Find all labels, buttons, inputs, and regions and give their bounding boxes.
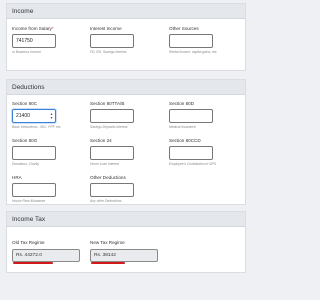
new-regime-label: New Tax Regime — [90, 240, 125, 245]
deductions-section: Deductions Section 80C 21400 ▲ ▼ Basic D… — [6, 79, 246, 205]
section-24-field: Section 24 Home Loan Interest — [90, 138, 154, 166]
section-80tta-hint: Savings Deposits Interest — [90, 125, 128, 129]
section-80c-label: Section 80C — [12, 101, 38, 106]
old-regime-label: Old Tax Regime — [12, 240, 45, 245]
section-80g-field: Section 80G Donations, Charity — [12, 138, 76, 166]
hra-label: HRA — [12, 175, 22, 180]
section-80ccd-label: Section 80CCD — [169, 138, 201, 143]
hra-field: HRA House Rent Allowance — [12, 175, 76, 203]
income-section-title: Income — [7, 4, 245, 19]
other-deductions-hint: Any other Deductions — [90, 199, 122, 203]
new-regime-field: New Tax Regime — [90, 240, 154, 246]
income-tax-section-title: Income Tax — [7, 212, 245, 227]
section-80tta-field: Section 80TTA/B Savings Deposits Interes… — [90, 101, 154, 129]
other-deductions-field: Other Deductions Any other Deductions — [90, 175, 154, 203]
salary-label: Income from Salary* — [12, 26, 54, 31]
section-80d-field: Section 80D Medical Insurance — [169, 101, 233, 129]
interest-label: Interest Income — [90, 26, 122, 31]
section-80g-input[interactable] — [12, 146, 56, 160]
interest-input[interactable] — [90, 34, 134, 48]
section-80c-value: 21400 — [16, 113, 30, 119]
interest-hint: FD, RD, Savings Interest — [90, 50, 127, 54]
income-tax-section: Income Tax Old Tax Regime Rs. 44272.0 Ne… — [6, 211, 246, 273]
section-80d-hint: Medical Insurance — [169, 125, 196, 129]
section-80c-hint: Basic Deductions - 80C, PPF, etc. — [12, 125, 62, 129]
income-section: Income Income from Salary* 741750 or Bus… — [6, 3, 246, 71]
section-24-input[interactable] — [90, 146, 134, 160]
other-sources-label: Other Sources — [169, 26, 199, 31]
section-80c-input[interactable]: 21400 ▲ ▼ — [12, 109, 56, 123]
required-mark: * — [51, 26, 54, 31]
other-sources-hint: Rental income, capital gains, etc. — [169, 50, 218, 54]
hra-input[interactable] — [12, 183, 56, 197]
old-regime-field: Old Tax Regime — [12, 240, 76, 246]
old-regime-result: Rs. 44272.0 — [12, 249, 80, 262]
number-spinner[interactable]: ▲ ▼ — [49, 111, 54, 121]
section-80d-input[interactable] — [169, 109, 213, 123]
section-80g-hint: Donations, Charity — [12, 162, 40, 166]
salary-input[interactable]: 741750 — [12, 34, 56, 48]
deductions-section-title: Deductions — [7, 80, 245, 95]
old-regime-underline — [13, 262, 53, 264]
other-deductions-input[interactable] — [90, 183, 134, 197]
new-regime-result: Rs. 38142 — [90, 249, 158, 262]
section-80tta-input[interactable] — [90, 109, 134, 123]
section-80c-field: Section 80C 21400 ▲ ▼ Basic Deductions -… — [12, 101, 76, 129]
section-80tta-label: Section 80TTA/B — [90, 101, 125, 106]
new-regime-underline — [91, 262, 125, 264]
section-80g-label: Section 80G — [12, 138, 38, 143]
section-80ccd-hint: Employee's Contribution to NPS — [169, 162, 216, 166]
spin-down-icon[interactable]: ▼ — [49, 116, 54, 121]
hra-hint: House Rent Allowance — [12, 199, 46, 203]
section-24-label: Section 24 — [90, 138, 112, 143]
interest-field: Interest Income FD, RD, Savings Interest — [90, 26, 154, 54]
section-80d-label: Section 80D — [169, 101, 195, 106]
other-sources-field: Other Sources Rental income, capital gai… — [169, 26, 233, 54]
other-deductions-label: Other Deductions — [90, 175, 126, 180]
section-24-hint: Home Loan Interest — [90, 162, 119, 166]
section-80ccd-input[interactable] — [169, 146, 213, 160]
salary-field: Income from Salary* 741750 or Business I… — [12, 26, 76, 54]
other-sources-input[interactable] — [169, 34, 213, 48]
salary-hint: or Business Income — [12, 50, 41, 54]
section-80ccd-field: Section 80CCD Employee's Contribution to… — [169, 138, 233, 166]
